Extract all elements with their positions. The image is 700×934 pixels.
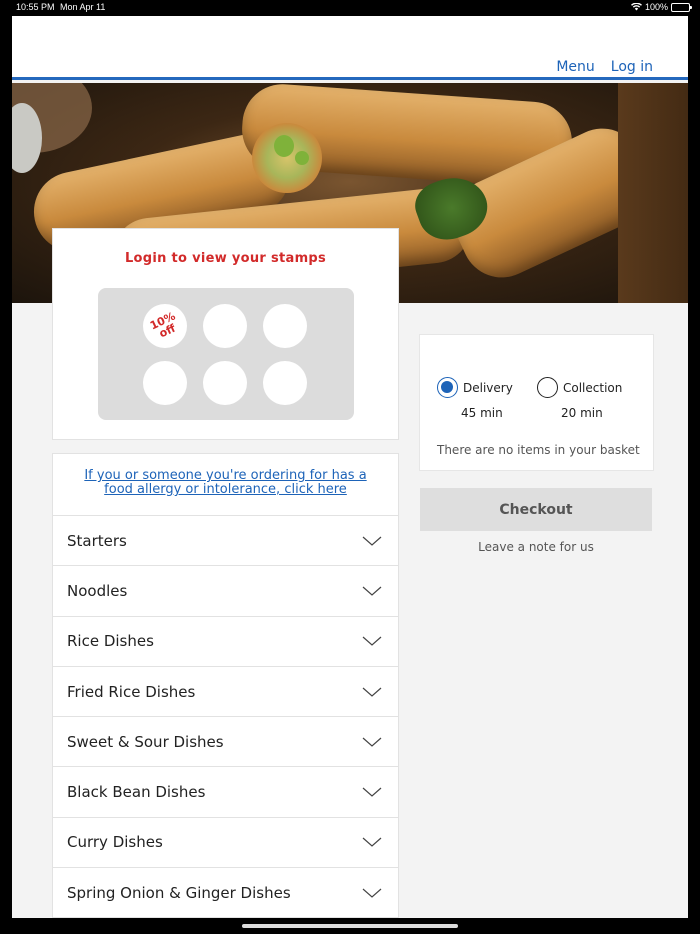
collection-label: Collection xyxy=(563,380,623,395)
nav-menu-link[interactable]: Menu xyxy=(556,59,594,75)
checkout-button[interactable]: Checkout xyxy=(420,488,652,531)
chevron-down-icon xyxy=(362,737,382,747)
stamp-board: 10% off xyxy=(98,288,354,420)
chevron-down-icon xyxy=(362,837,382,848)
status-date: Mon Apr 11 xyxy=(60,2,106,12)
category-name: Starters xyxy=(67,531,127,550)
app-screen: Menu Log in Login to view your stamps 10… xyxy=(12,16,688,918)
delivery-label: Delivery xyxy=(463,380,513,395)
category-row[interactable]: Black Bean Dishes xyxy=(53,767,398,818)
delivery-time: 45 min xyxy=(461,406,503,420)
allergy-info-link[interactable]: If you or someone you're ordering for ha… xyxy=(53,454,398,516)
stamp-slot xyxy=(143,361,187,405)
status-time: 10:55 PM xyxy=(16,2,55,12)
category-name: Sweet & Sour Dishes xyxy=(67,732,224,751)
delivery-option[interactable]: Delivery 45 min xyxy=(437,377,513,420)
chevron-down-icon xyxy=(362,536,382,546)
delivery-radio[interactable] xyxy=(437,377,458,398)
chevron-down-icon xyxy=(362,687,382,697)
category-name: Curry Dishes xyxy=(67,833,163,852)
menu-categories-card: If you or someone you're ordering for ha… xyxy=(52,453,399,918)
chevron-down-icon xyxy=(362,787,382,797)
top-nav: Menu Log in xyxy=(556,59,653,75)
chevron-down-icon xyxy=(362,586,382,596)
category-name: Rice Dishes xyxy=(67,632,154,651)
leave-note-link[interactable]: Leave a note for us xyxy=(420,540,652,554)
wifi-icon xyxy=(630,3,642,11)
chevron-down-icon xyxy=(362,888,382,898)
category-row[interactable]: Starters xyxy=(53,516,398,567)
status-right: 100% xyxy=(630,2,692,12)
battery-percent: 100% xyxy=(644,2,668,12)
basket-empty-message: There are no items in your basket xyxy=(437,443,640,457)
stamp-slot xyxy=(263,304,307,348)
stamp-slot xyxy=(203,361,247,405)
category-name: Black Bean Dishes xyxy=(67,783,206,802)
stamp-slot-reward: 10% off xyxy=(143,304,187,348)
loyalty-stamp-card: Login to view your stamps 10% off xyxy=(52,228,399,440)
category-row[interactable]: Curry Dishes xyxy=(53,818,398,869)
nav-login-link[interactable]: Log in xyxy=(611,59,653,75)
category-list: Starters Noodles Rice Dishes Fried Rice … xyxy=(53,516,398,918)
category-row[interactable]: Noodles xyxy=(53,566,398,617)
site-header: Menu Log in xyxy=(12,16,688,80)
stamp-slot xyxy=(203,304,247,348)
collection-option[interactable]: Collection 20 min xyxy=(537,377,622,420)
basket-card: Delivery 45 min Collection 20 min There … xyxy=(419,334,654,471)
collection-time: 20 min xyxy=(561,406,603,420)
category-row[interactable]: Spring Onion & Ginger Dishes xyxy=(53,868,398,918)
category-row[interactable]: Rice Dishes xyxy=(53,617,398,667)
category-row[interactable]: Sweet & Sour Dishes xyxy=(53,717,398,768)
battery-icon xyxy=(671,2,692,12)
chevron-down-icon xyxy=(362,636,382,647)
status-bar: 10:55 PM Mon Apr 11 100% xyxy=(0,0,700,16)
category-name: Noodles xyxy=(67,581,128,600)
collection-radio[interactable] xyxy=(537,377,558,398)
home-indicator[interactable] xyxy=(242,924,458,928)
category-row[interactable]: Fried Rice Dishes xyxy=(53,667,398,718)
category-name: Spring Onion & Ginger Dishes xyxy=(67,883,291,902)
stamp-slot xyxy=(263,361,307,405)
stamps-login-prompt[interactable]: Login to view your stamps xyxy=(53,251,398,266)
category-name: Fried Rice Dishes xyxy=(67,682,196,701)
